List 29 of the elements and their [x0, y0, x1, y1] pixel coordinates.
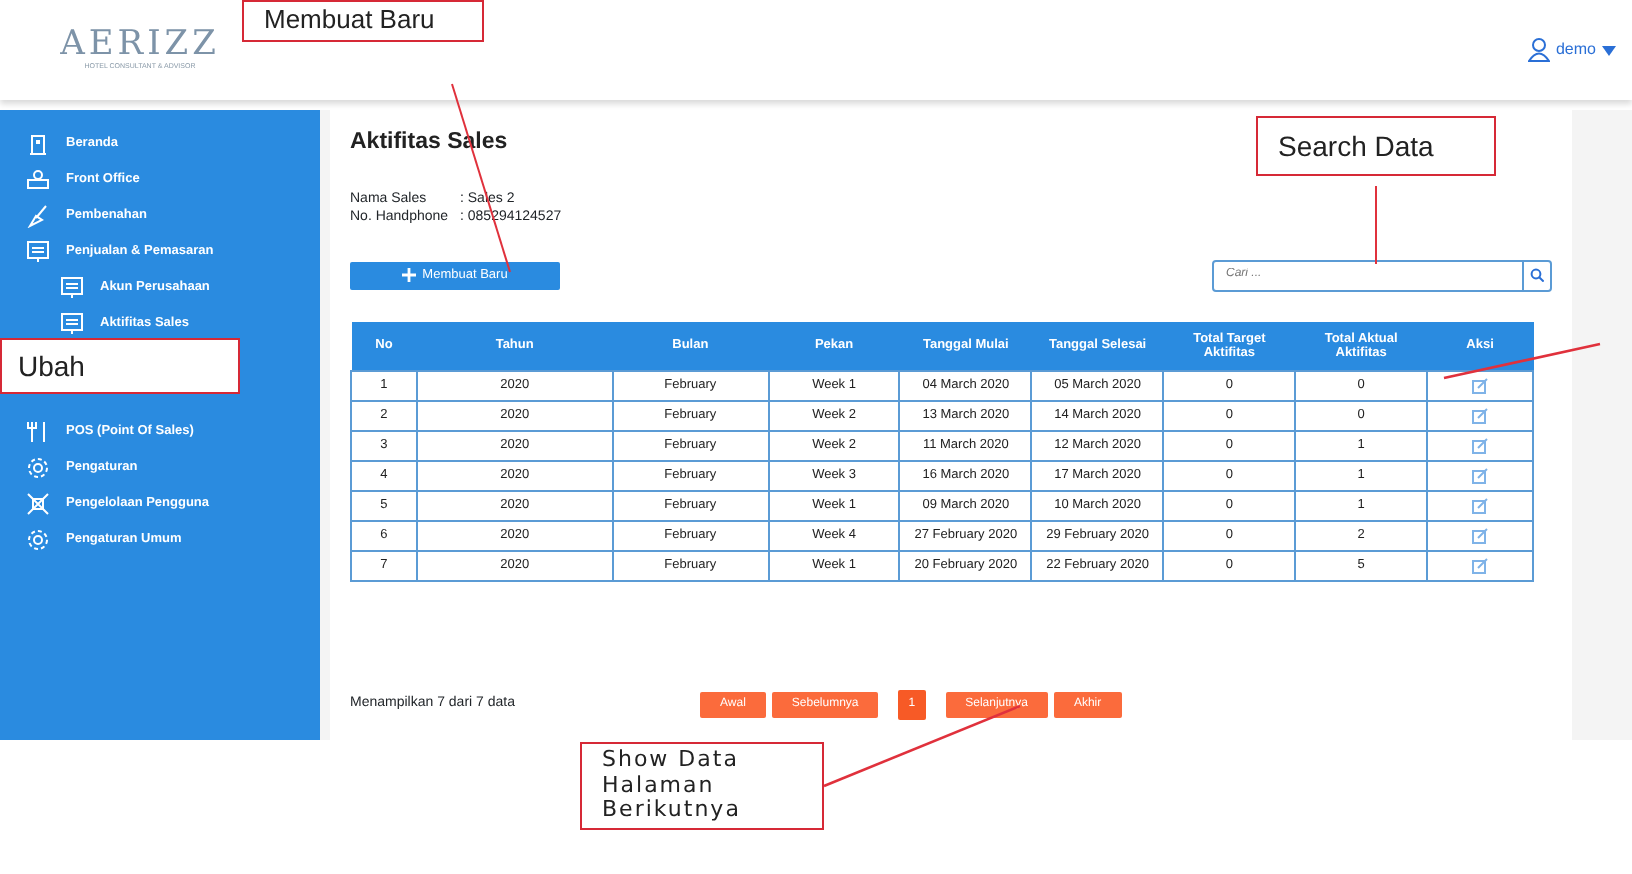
edit-icon[interactable]	[1472, 557, 1489, 574]
edit-icon[interactable]	[1472, 437, 1489, 454]
cutlery-icon	[26, 420, 50, 444]
network-icon	[26, 492, 50, 516]
callout-note: Show Data Halaman Berikutnya	[580, 742, 824, 830]
board-icon	[60, 276, 84, 300]
building-icon	[26, 132, 50, 156]
board-icon	[60, 312, 84, 336]
callout-note: Search Data	[1256, 116, 1496, 177]
gear-icon	[26, 528, 50, 552]
edit-icon[interactable]	[1472, 467, 1489, 484]
leader-line	[1375, 185, 1377, 265]
user-icon[interactable]	[1527, 38, 1550, 62]
search-button[interactable]	[1524, 259, 1552, 292]
gear-icon	[26, 456, 50, 480]
edit-icon[interactable]	[1472, 527, 1489, 544]
broom-icon	[26, 204, 50, 228]
board-icon	[26, 240, 50, 264]
callout-note: Membuat Baru	[242, 0, 484, 42]
edit-icon[interactable]	[1472, 377, 1489, 394]
user-name[interactable]: demo	[1555, 38, 1596, 62]
plus-icon	[402, 268, 417, 283]
desk-icon	[26, 168, 50, 192]
logo-text: AERIZZ	[60, 28, 220, 63]
callout-note: Ubah	[0, 338, 240, 395]
edit-icon[interactable]	[1472, 407, 1489, 424]
edit-icon[interactable]	[1472, 497, 1489, 514]
search-icon	[1530, 268, 1544, 283]
caret-icon[interactable]	[1602, 45, 1616, 55]
